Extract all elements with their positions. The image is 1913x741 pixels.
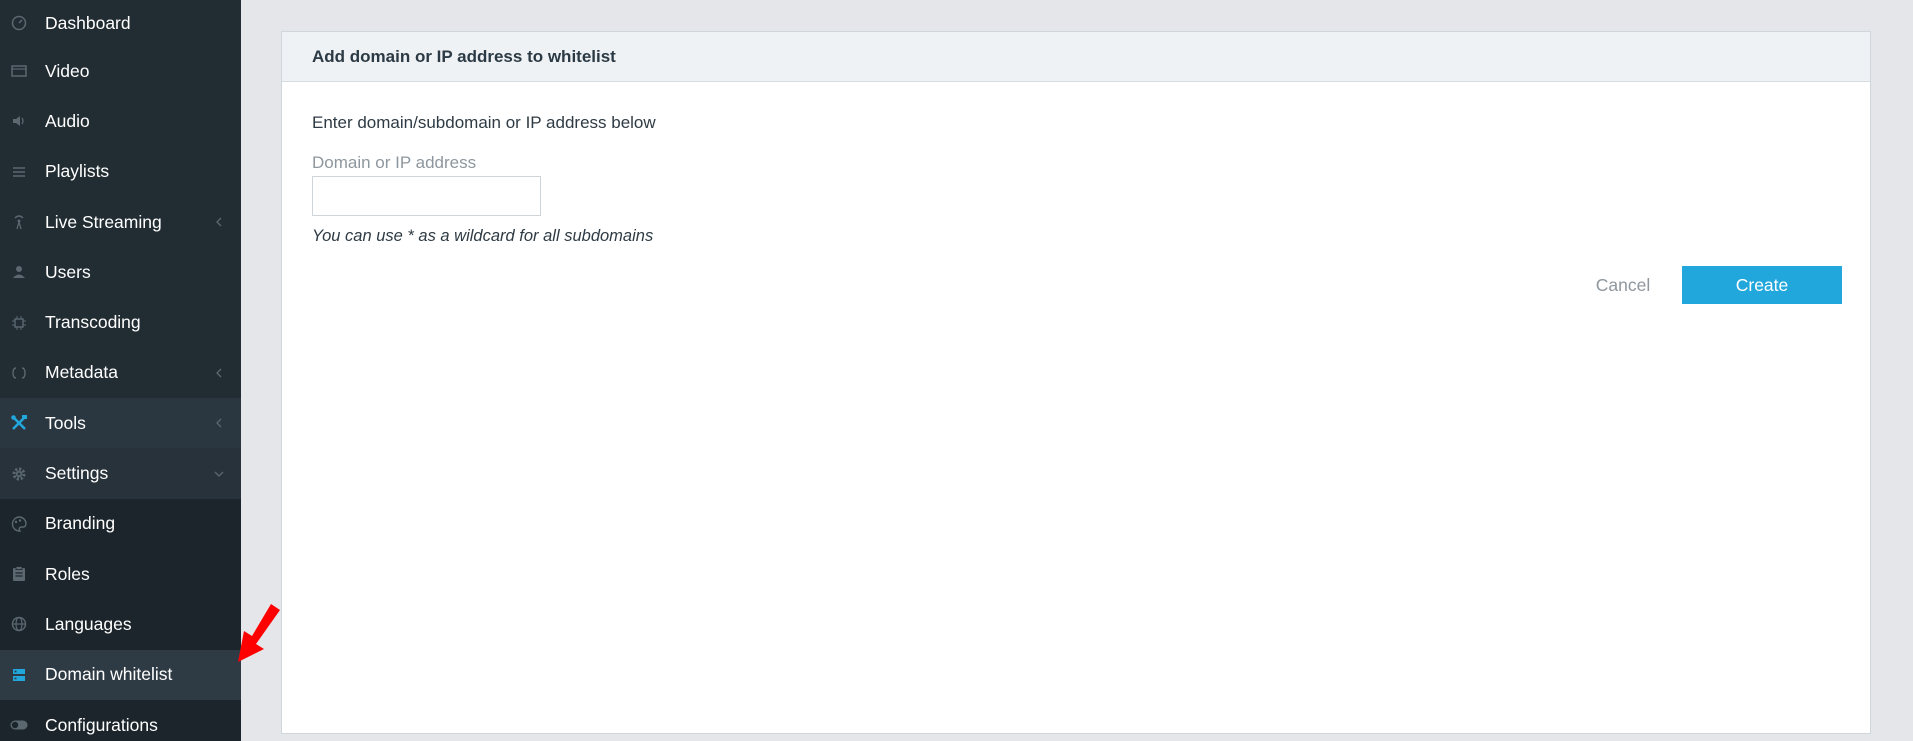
sidebar-item-configurations[interactable]: Configurations <box>0 699 241 741</box>
sidebar-item-roles[interactable]: Roles <box>0 548 241 600</box>
wildcard-hint: You can use * as a wildcard for all subd… <box>312 227 654 245</box>
sidebar-item-label: Audio <box>45 110 90 131</box>
cancel-button[interactable]: Cancel <box>1543 266 1703 304</box>
chevron-down-icon <box>213 468 225 480</box>
tools-icon <box>10 414 28 432</box>
sidebar-item-label: Users <box>45 261 91 282</box>
sidebar-item-audio[interactable]: Audio <box>0 96 241 146</box>
domain-field-label: Domain or IP address <box>312 153 477 172</box>
sidebar-item-label: Settings <box>45 463 109 484</box>
sidebar-item-label: Dashboard <box>45 12 131 33</box>
sidebar-item-label: Playlists <box>45 161 110 182</box>
palette-icon <box>10 515 28 533</box>
sidebar-item-label: Live Streaming <box>45 211 162 232</box>
sidebar-item-label: Languages <box>45 613 132 634</box>
sidebar-item-label: Tools <box>45 412 86 433</box>
sidebar-item-label: Transcoding <box>45 312 141 333</box>
chevron-left-icon <box>213 216 225 228</box>
broadcast-icon <box>10 213 28 231</box>
app-root: Dashboard Video Audio Playlists Live Str <box>0 0 1913 741</box>
sidebar-item-video[interactable]: Video <box>0 46 241 96</box>
sidebar-item-label: Metadata <box>45 362 118 383</box>
sidebar-item-label: Branding <box>45 513 116 534</box>
sidebar-item-dashboard[interactable]: Dashboard <box>0 0 241 46</box>
sidebar-item-label: Video <box>45 60 90 81</box>
annotation-arrow-icon <box>238 604 280 662</box>
chevron-left-icon <box>213 417 225 429</box>
whitelist-panel: Add domain or IP address to whitelist En… <box>281 31 1871 734</box>
globe-icon <box>10 615 28 633</box>
panel-title: Add domain or IP address to whitelist <box>282 32 1870 82</box>
sidebar-item-label: Domain whitelist <box>45 664 173 685</box>
sidebar-item-branding[interactable]: Branding <box>0 498 241 549</box>
server-list-icon <box>10 666 28 684</box>
sidebar-item-languages[interactable]: Languages <box>0 599 241 650</box>
sidebar-item-label: Configurations <box>45 714 158 735</box>
chip-icon <box>10 314 28 332</box>
instruction-text: Enter domain/subdomain or IP address bel… <box>312 113 656 132</box>
sidebar-item-domain-whitelist[interactable]: Domain whitelist <box>0 649 241 700</box>
user-icon <box>10 263 28 281</box>
toggle-icon <box>10 716 28 734</box>
sidebar-item-tools[interactable]: Tools <box>0 398 241 449</box>
video-icon <box>10 62 28 80</box>
sidebar-item-metadata[interactable]: Metadata <box>0 348 241 398</box>
sidebar-item-users[interactable]: Users <box>0 247 241 297</box>
sidebar-item-transcoding[interactable]: Transcoding <box>0 297 241 347</box>
sidebar-item-label: Roles <box>45 563 90 584</box>
sidebar-item-playlists[interactable]: Playlists <box>0 147 241 197</box>
gear-icon <box>10 465 28 483</box>
brackets-icon <box>10 364 28 382</box>
dashboard-icon <box>10 14 28 32</box>
sidebar-item-live-streaming[interactable]: Live Streaming <box>0 197 241 247</box>
clipboard-icon <box>10 565 28 583</box>
audio-icon <box>10 112 28 130</box>
create-button[interactable]: Create <box>1682 266 1842 304</box>
sidebar: Dashboard Video Audio Playlists Live Str <box>0 0 241 741</box>
chevron-left-icon <box>213 367 225 379</box>
domain-input[interactable] <box>312 176 541 216</box>
playlist-icon <box>10 163 28 181</box>
sidebar-item-settings[interactable]: Settings <box>0 448 241 499</box>
